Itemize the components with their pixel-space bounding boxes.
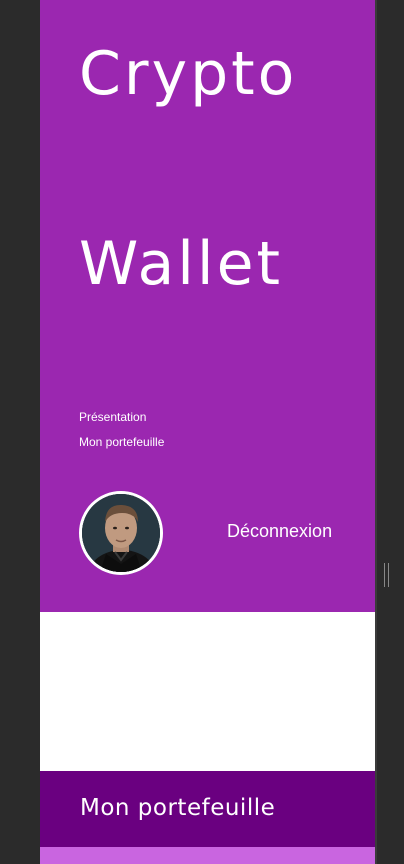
nav-link-presentation[interactable]: Présentation [79,405,164,430]
app-title-line-2: Wallet [79,229,284,299]
app-container: Crypto Wallet Présentation Mon portefeui… [40,0,375,864]
window-border [375,0,377,864]
user-avatar[interactable] [79,491,163,575]
section-strip [40,847,375,864]
nav-link-wallet[interactable]: Mon portefeuille [79,430,164,455]
avatar-image [82,494,160,572]
browser-viewport: Crypto Wallet Présentation Mon portefeui… [0,0,404,864]
logout-button[interactable]: Déconnexion [227,521,332,542]
section-title: Mon portefeuille [80,795,276,821]
main-nav: Présentation Mon portefeuille [79,405,164,455]
hero-banner: Crypto Wallet Présentation Mon portefeui… [40,0,375,612]
app-title-line-1: Crypto [79,39,298,109]
section-header: Mon portefeuille [40,771,375,847]
resize-handle-icon[interactable] [384,563,389,587]
